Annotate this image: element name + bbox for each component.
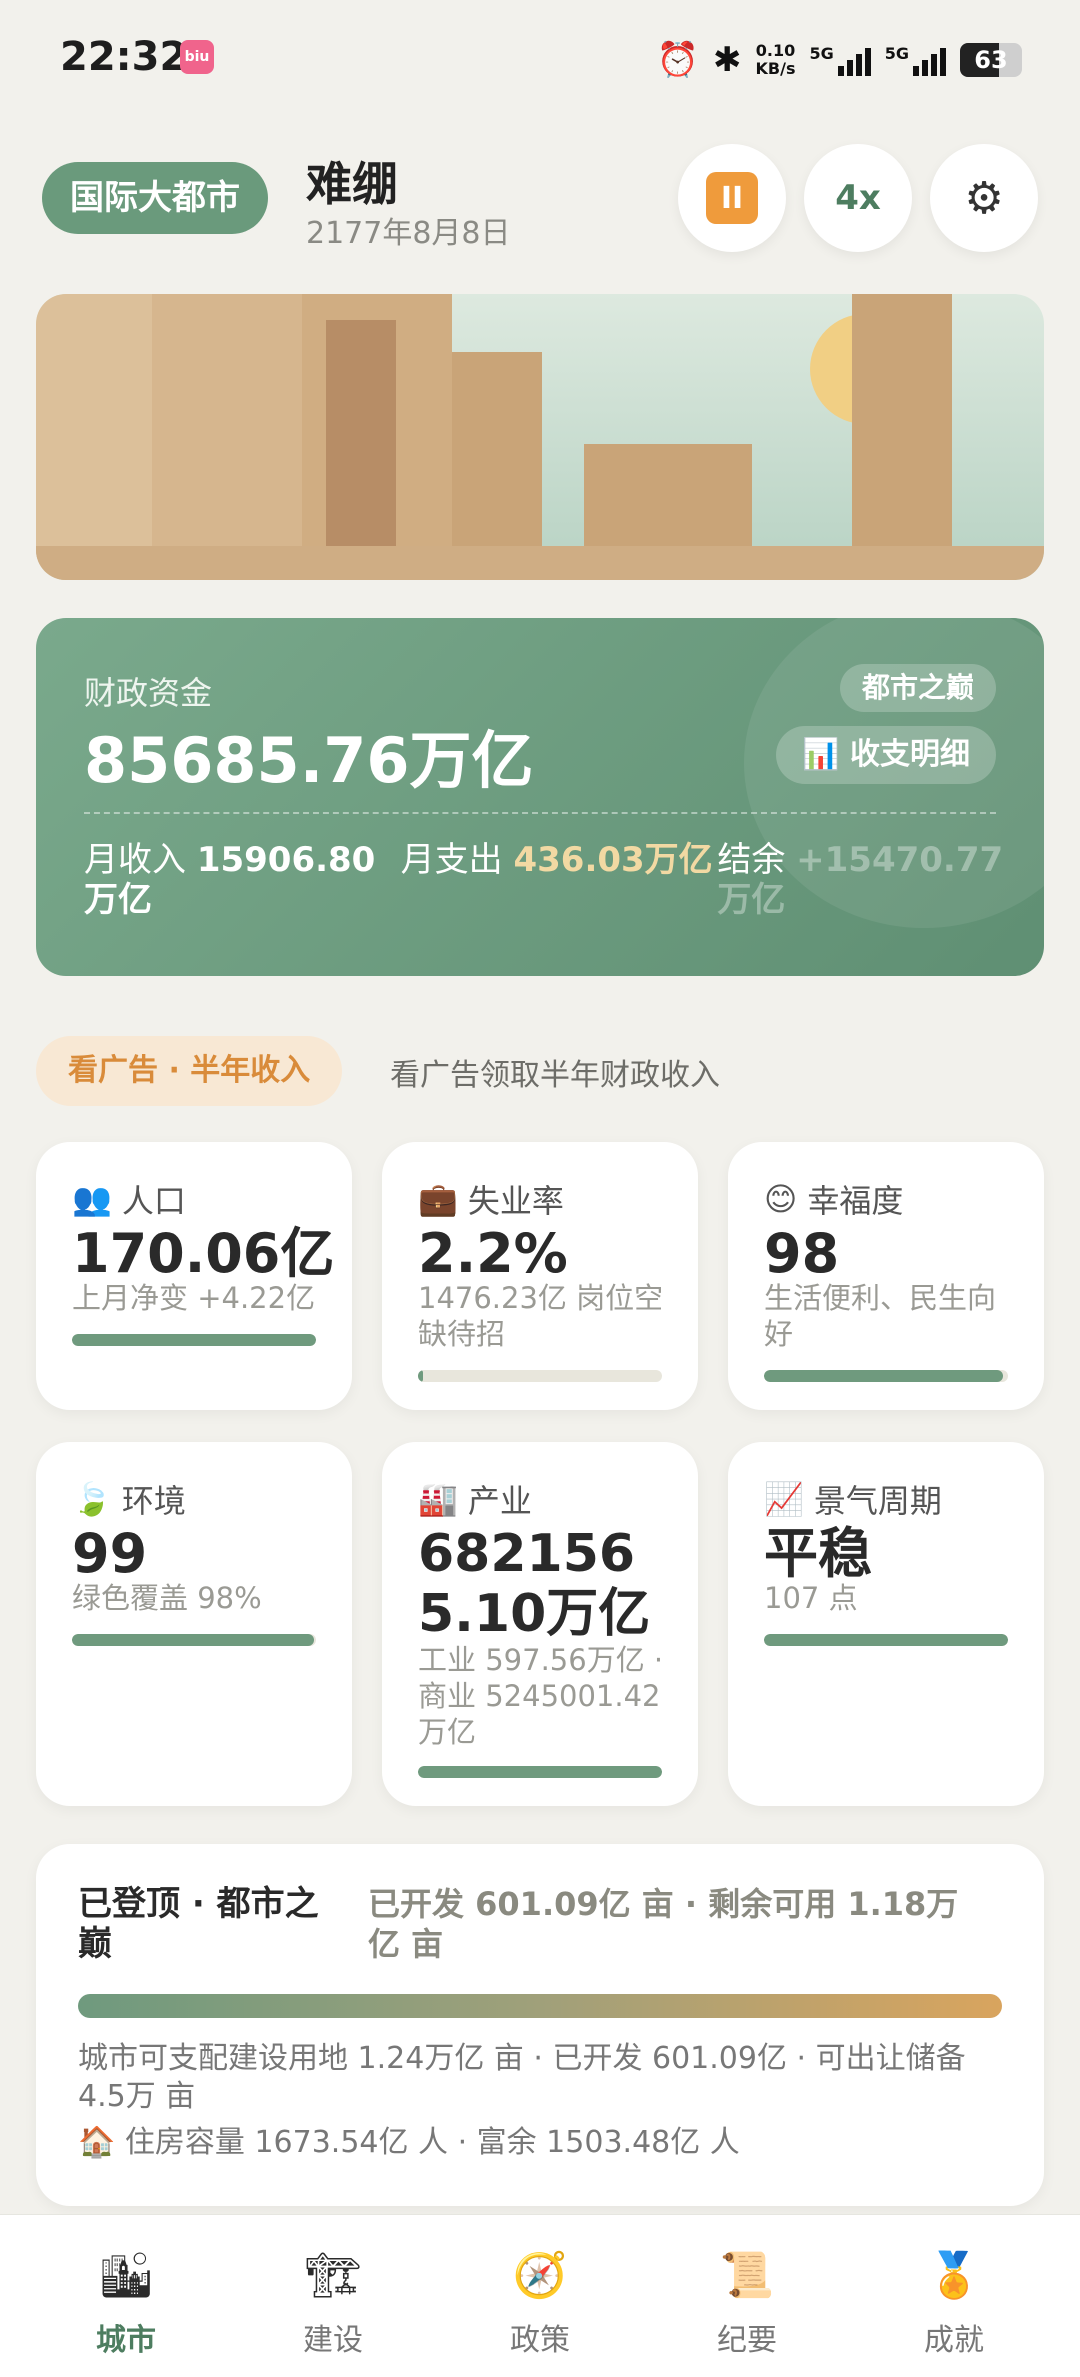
nav-item-build[interactable]: 🏗 建设 (263, 2243, 403, 2359)
stat-label: 环境 (121, 1482, 186, 1520)
nav-label: 建设 (303, 2323, 363, 2358)
stat-card-unemployment[interactable]: 💼 失业率 2.2% 1476.23亿 岗位空缺待招 (382, 1142, 698, 1410)
land-card: 已登顶 · 都市之巅 已开发 601.09亿 亩 · 剩余可用 1.18万亿 亩… (36, 1844, 1044, 2206)
nav-item-city[interactable]: 🏙 城市 (56, 2243, 196, 2359)
nav-item-policy[interactable]: 🧭 政策 (470, 2243, 610, 2359)
land-detail: 城市可支配建设用地 1.24万亿 亩 · 已开发 601.09亿 · 可出让储备… (78, 2041, 966, 2114)
monthly-income: 月收入 15906.80万亿 (84, 840, 376, 920)
building-shape (152, 294, 302, 580)
leaf-icon: 🍃 (72, 1480, 112, 1518)
net-speed: 0.10 KB/s (755, 41, 796, 78)
city-tier-badge: 国际大都市 (42, 162, 268, 234)
watch-ad-button[interactable]: 看广告 · 半年收入 (36, 1036, 343, 1106)
stat-subtext: 生活便利、民生向好 (764, 1281, 997, 1351)
app-notification-icon: biu (180, 40, 214, 74)
speed-label: 4x (835, 178, 881, 218)
nav-label: 成就 (924, 2323, 984, 2358)
game-date: 2177年8月8日 (306, 216, 511, 251)
stat-card-industry[interactable]: 🏭 产业 6821565.10万亿 工业 597.56万亿 · 商业 524500… (382, 1442, 698, 1806)
housing-capacity: 🏠 住房容量 1673.54亿 人 · 富余 1503.48亿 人 (78, 2125, 740, 2160)
land-developed: 已开发 601.09亿 亩 · 剩余可用 1.18万亿 亩 (368, 1885, 959, 1963)
finance-label: 财政资金 (84, 674, 213, 712)
stat-card-environment[interactable]: 🍃 环境 99 绿色覆盖 98% (36, 1442, 352, 1806)
alarm-icon: ⏰ (656, 40, 699, 80)
finance-level-tag: 都市之巅 (839, 664, 996, 712)
stat-label: 失业率 (467, 1182, 564, 1220)
people-icon: 👥 (72, 1180, 112, 1218)
finance-card: 财政资金 85685.76万亿 都市之巅 📊 收支明细 月收入 15906.80… (36, 618, 1044, 976)
compass-icon: 🧭 (512, 2250, 568, 2301)
nav-label: 纪要 (717, 2323, 777, 2358)
stat-card-happiness[interactable]: 😊 幸福度 98 生活便利、民生向好 (728, 1142, 1044, 1410)
gear-icon: ⚙ (964, 172, 1004, 224)
stat-card-population[interactable]: 👥 人口 170.06亿 上月净变 +4.22亿 (36, 1142, 352, 1410)
signal-icon: 5G (809, 44, 871, 76)
stat-progress (72, 1334, 316, 1346)
land-progress (78, 1994, 1002, 2018)
building-shape (852, 294, 952, 580)
stat-label: 人口 (121, 1182, 186, 1220)
building-shape (326, 320, 396, 580)
scroll-icon: 📜 (719, 2250, 775, 2301)
pause-button[interactable]: II (678, 144, 786, 252)
stat-progress (418, 1370, 662, 1382)
finance-detail-button[interactable]: 📊 收支明细 (776, 726, 996, 784)
settings-button[interactable]: ⚙ (930, 144, 1038, 252)
watch-ad-description: 看广告领取半年财政收入 (390, 1058, 720, 1093)
speed-button[interactable]: 4x (804, 144, 912, 252)
stat-subtext: 上月净变 +4.22亿 (72, 1281, 316, 1315)
bottom-nav: 🏙 城市 🏗 建设 🧭 政策 📜 纪要 🏅 成就 (0, 2214, 1080, 2377)
chart-icon: 📊 (802, 737, 840, 772)
monthly-balance: 结余 +15470.77万亿 (717, 840, 1004, 920)
stat-card-business-cycle[interactable]: 📈 景气周期 平稳 107 点 (728, 1442, 1044, 1806)
finance-summary: 月收入 15906.80万亿 月支出 436.03万亿 结余 +15470.77… (84, 840, 1034, 920)
building-shape (36, 294, 152, 580)
stat-subtext: 绿色覆盖 98% (72, 1581, 262, 1615)
house-icon: 🏠 (78, 2125, 116, 2160)
signal-icon-2: 5G (885, 44, 946, 76)
stat-value: 99 (72, 1522, 148, 1585)
nav-item-records[interactable]: 📜 纪要 (677, 2243, 817, 2359)
nav-item-achievements[interactable]: 🏅 成就 (884, 2243, 1024, 2359)
crane-icon: 🏗 (305, 2250, 361, 2301)
stat-label: 景气周期 (813, 1482, 942, 1520)
pause-icon: II (706, 172, 758, 224)
nav-label: 城市 (96, 2323, 156, 2358)
stat-value: 2.2% (418, 1222, 568, 1285)
finance-amount: 85685.76万亿 (84, 724, 534, 797)
ground-shape (36, 546, 1044, 580)
city-skyline-illustration (36, 294, 1044, 580)
stat-progress (764, 1370, 1008, 1382)
battery-icon: 63 (960, 43, 1022, 77)
stat-value: 98 (764, 1222, 840, 1285)
city-name: 难绷 (306, 157, 398, 211)
stat-value: 平稳 (764, 1522, 872, 1585)
stat-subtext: 1476.23亿 岗位空缺待招 (418, 1281, 664, 1351)
trend-icon: 📈 (764, 1480, 804, 1518)
finance-detail-label: 收支明细 (850, 737, 970, 772)
stat-progress (418, 1766, 662, 1778)
nav-label: 政策 (510, 2323, 570, 2358)
smile-icon: 😊 (764, 1180, 798, 1218)
stat-value: 170.06亿 (72, 1222, 335, 1285)
bluetooth-icon: ✱ (713, 40, 742, 80)
stat-label: 产业 (467, 1482, 532, 1520)
status-time: 22:32 (60, 34, 188, 80)
factory-icon: 🏭 (418, 1480, 458, 1518)
briefcase-icon: 💼 (418, 1180, 458, 1218)
stat-value: 6821565.10万亿 (418, 1524, 651, 1644)
stat-subtext: 工业 597.56万亿 · 商业 5245001.42万亿 (418, 1643, 664, 1749)
monthly-expense: 月支出 436.03万亿 (400, 840, 713, 880)
stat-progress (764, 1634, 1008, 1646)
stat-subtext: 107 点 (764, 1581, 858, 1615)
status-icons: ⏰ ✱ 0.10 KB/s 5G 5G 63 (657, 38, 1022, 82)
divider (84, 812, 996, 814)
land-title: 已登顶 · 都市之巅 (78, 1884, 319, 1964)
medal-icon: 🏅 (926, 2250, 982, 2301)
city-icon: 🏙 (98, 2250, 154, 2301)
stat-progress (72, 1634, 316, 1646)
stat-label: 幸福度 (807, 1182, 904, 1220)
